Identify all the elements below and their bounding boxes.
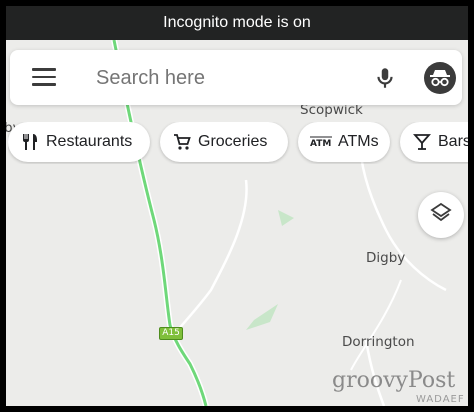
incognito-banner-text: Incognito mode is on [163, 14, 311, 31]
incognito-avatar-icon[interactable] [424, 62, 456, 94]
place-label-digby: Digby [366, 250, 406, 266]
svg-text:ATM: ATM [310, 139, 331, 148]
chip-restaurants[interactable]: Restaurants [8, 122, 150, 162]
category-chips: Restaurants Groceries ATM ATMs Bars [8, 122, 468, 164]
chip-atms[interactable]: ATM ATMs [298, 122, 390, 162]
layers-icon [429, 201, 453, 230]
chip-groceries[interactable]: Groceries [160, 122, 288, 162]
cocktail-icon [412, 132, 432, 152]
chip-label: ATMs [338, 133, 379, 150]
incognito-banner: Incognito mode is on [6, 6, 468, 40]
microphone-icon[interactable] [372, 65, 398, 91]
app-screen: Scopwick Digby Dorrington by A15 Incogni… [6, 6, 468, 406]
hamburger-menu-icon[interactable] [32, 68, 56, 88]
road-shield-a15: A15 [159, 327, 183, 340]
chip-label: Restaurants [46, 133, 133, 150]
fork-knife-icon [20, 132, 40, 152]
layers-button[interactable] [418, 192, 464, 238]
place-label-dorrington: Dorrington [342, 334, 415, 350]
chip-label: Groceries [198, 133, 268, 150]
chip-bars[interactable]: Bars [400, 122, 468, 162]
atm-icon: ATM [310, 136, 332, 148]
chip-label: Bars [438, 133, 468, 150]
watermark-sub: WADAEF [416, 394, 465, 405]
watermark: groovyPost [332, 368, 456, 393]
device-frame: Scopwick Digby Dorrington by A15 Incogni… [0, 0, 474, 412]
shopping-cart-icon [172, 132, 192, 152]
search-bar [10, 50, 462, 105]
search-input[interactable] [96, 62, 356, 94]
